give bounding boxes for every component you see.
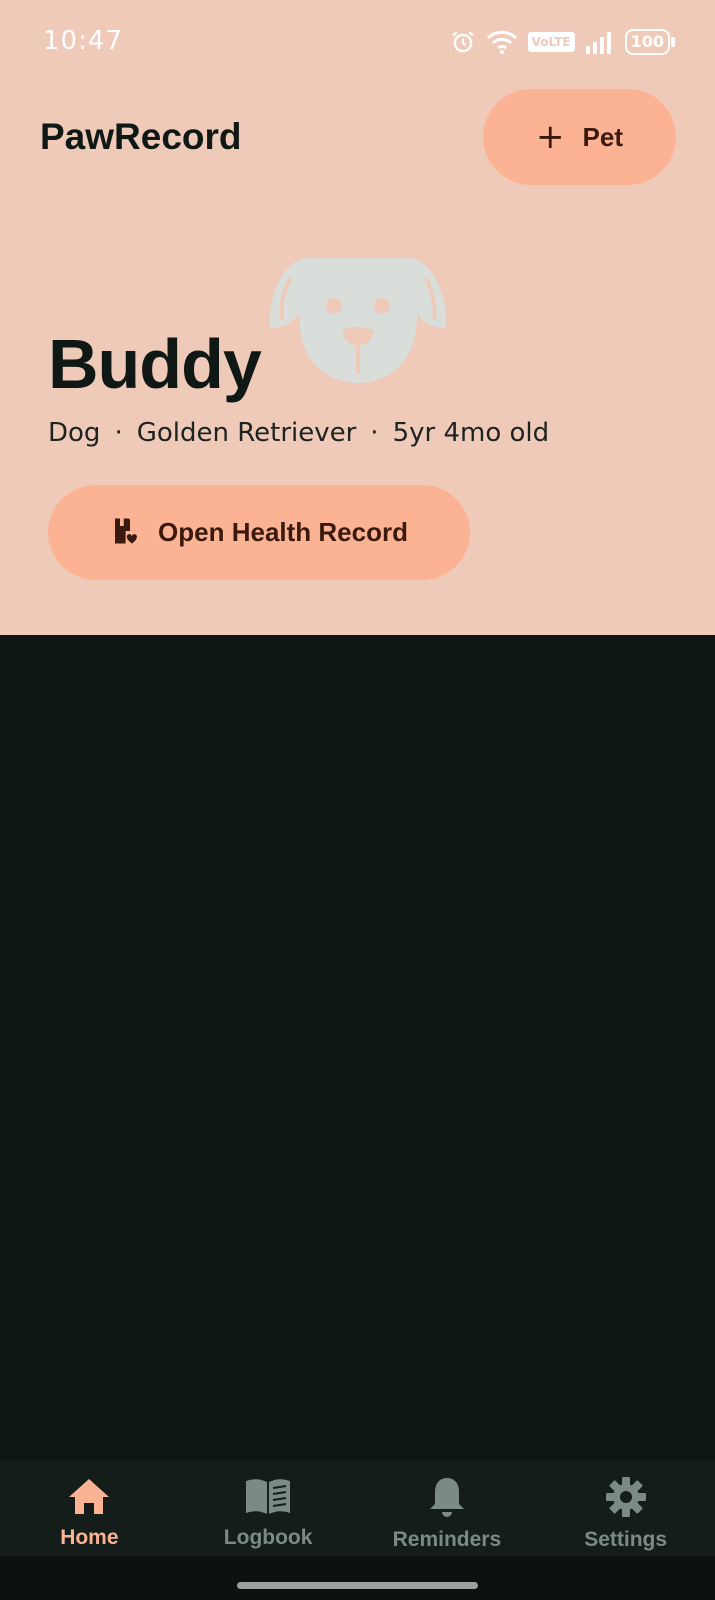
nav-item-settings[interactable]: Settings (536, 1460, 715, 1556)
nav-item-logbook[interactable]: Logbook (179, 1460, 358, 1556)
gesture-area (0, 1556, 715, 1600)
alarm-icon (450, 29, 476, 55)
gear-icon (605, 1476, 647, 1522)
health-record-icon (110, 516, 140, 550)
signal-icon (585, 29, 615, 55)
home-icon (67, 1476, 111, 1520)
nav-item-home[interactable]: Home (0, 1460, 179, 1556)
status-bar: 10:47 VoLTE 100 (0, 0, 715, 84)
plus-icon: + (536, 117, 565, 157)
open-health-record-button[interactable]: Open Health Record (48, 485, 470, 580)
status-time: 10:47 (43, 26, 123, 56)
pet-species: Dog (48, 418, 101, 448)
open-health-record-label: Open Health Record (158, 517, 408, 547)
battery-indicator: 100 (624, 29, 675, 55)
add-pet-label: Pet (582, 121, 623, 152)
separator-dot: · (114, 418, 123, 448)
status-icons: VoLTE 100 (450, 26, 675, 58)
app-title: PawRecord (40, 116, 242, 157)
book-icon (244, 1476, 292, 1520)
bottom-navigation: Home Logbook Reminders Settings (0, 1460, 715, 1556)
pet-name: Buddy (48, 325, 262, 403)
pet-age: 5yr 4mo old (392, 418, 550, 448)
battery-tip (671, 37, 675, 47)
home-gesture-bar[interactable] (237, 1582, 478, 1589)
add-pet-button[interactable]: + Pet (483, 89, 676, 185)
volte-badge: VoLTE (527, 32, 575, 52)
pet-breed: Golden Retriever (136, 418, 357, 448)
nav-label-home: Home (60, 1526, 119, 1549)
nav-label-reminders: Reminders (392, 1528, 502, 1551)
wifi-icon (486, 29, 518, 55)
nav-label-logbook: Logbook (223, 1526, 313, 1549)
nav-label-settings: Settings (584, 1528, 668, 1551)
bell-icon (427, 1476, 467, 1522)
nav-item-reminders[interactable]: Reminders (358, 1460, 537, 1556)
separator-dot: · (370, 418, 379, 448)
dog-face-icon (268, 248, 448, 388)
battery-level: 100 (624, 29, 670, 55)
pet-details: Dog · Golden Retriever · 5yr 4mo old (48, 418, 549, 448)
